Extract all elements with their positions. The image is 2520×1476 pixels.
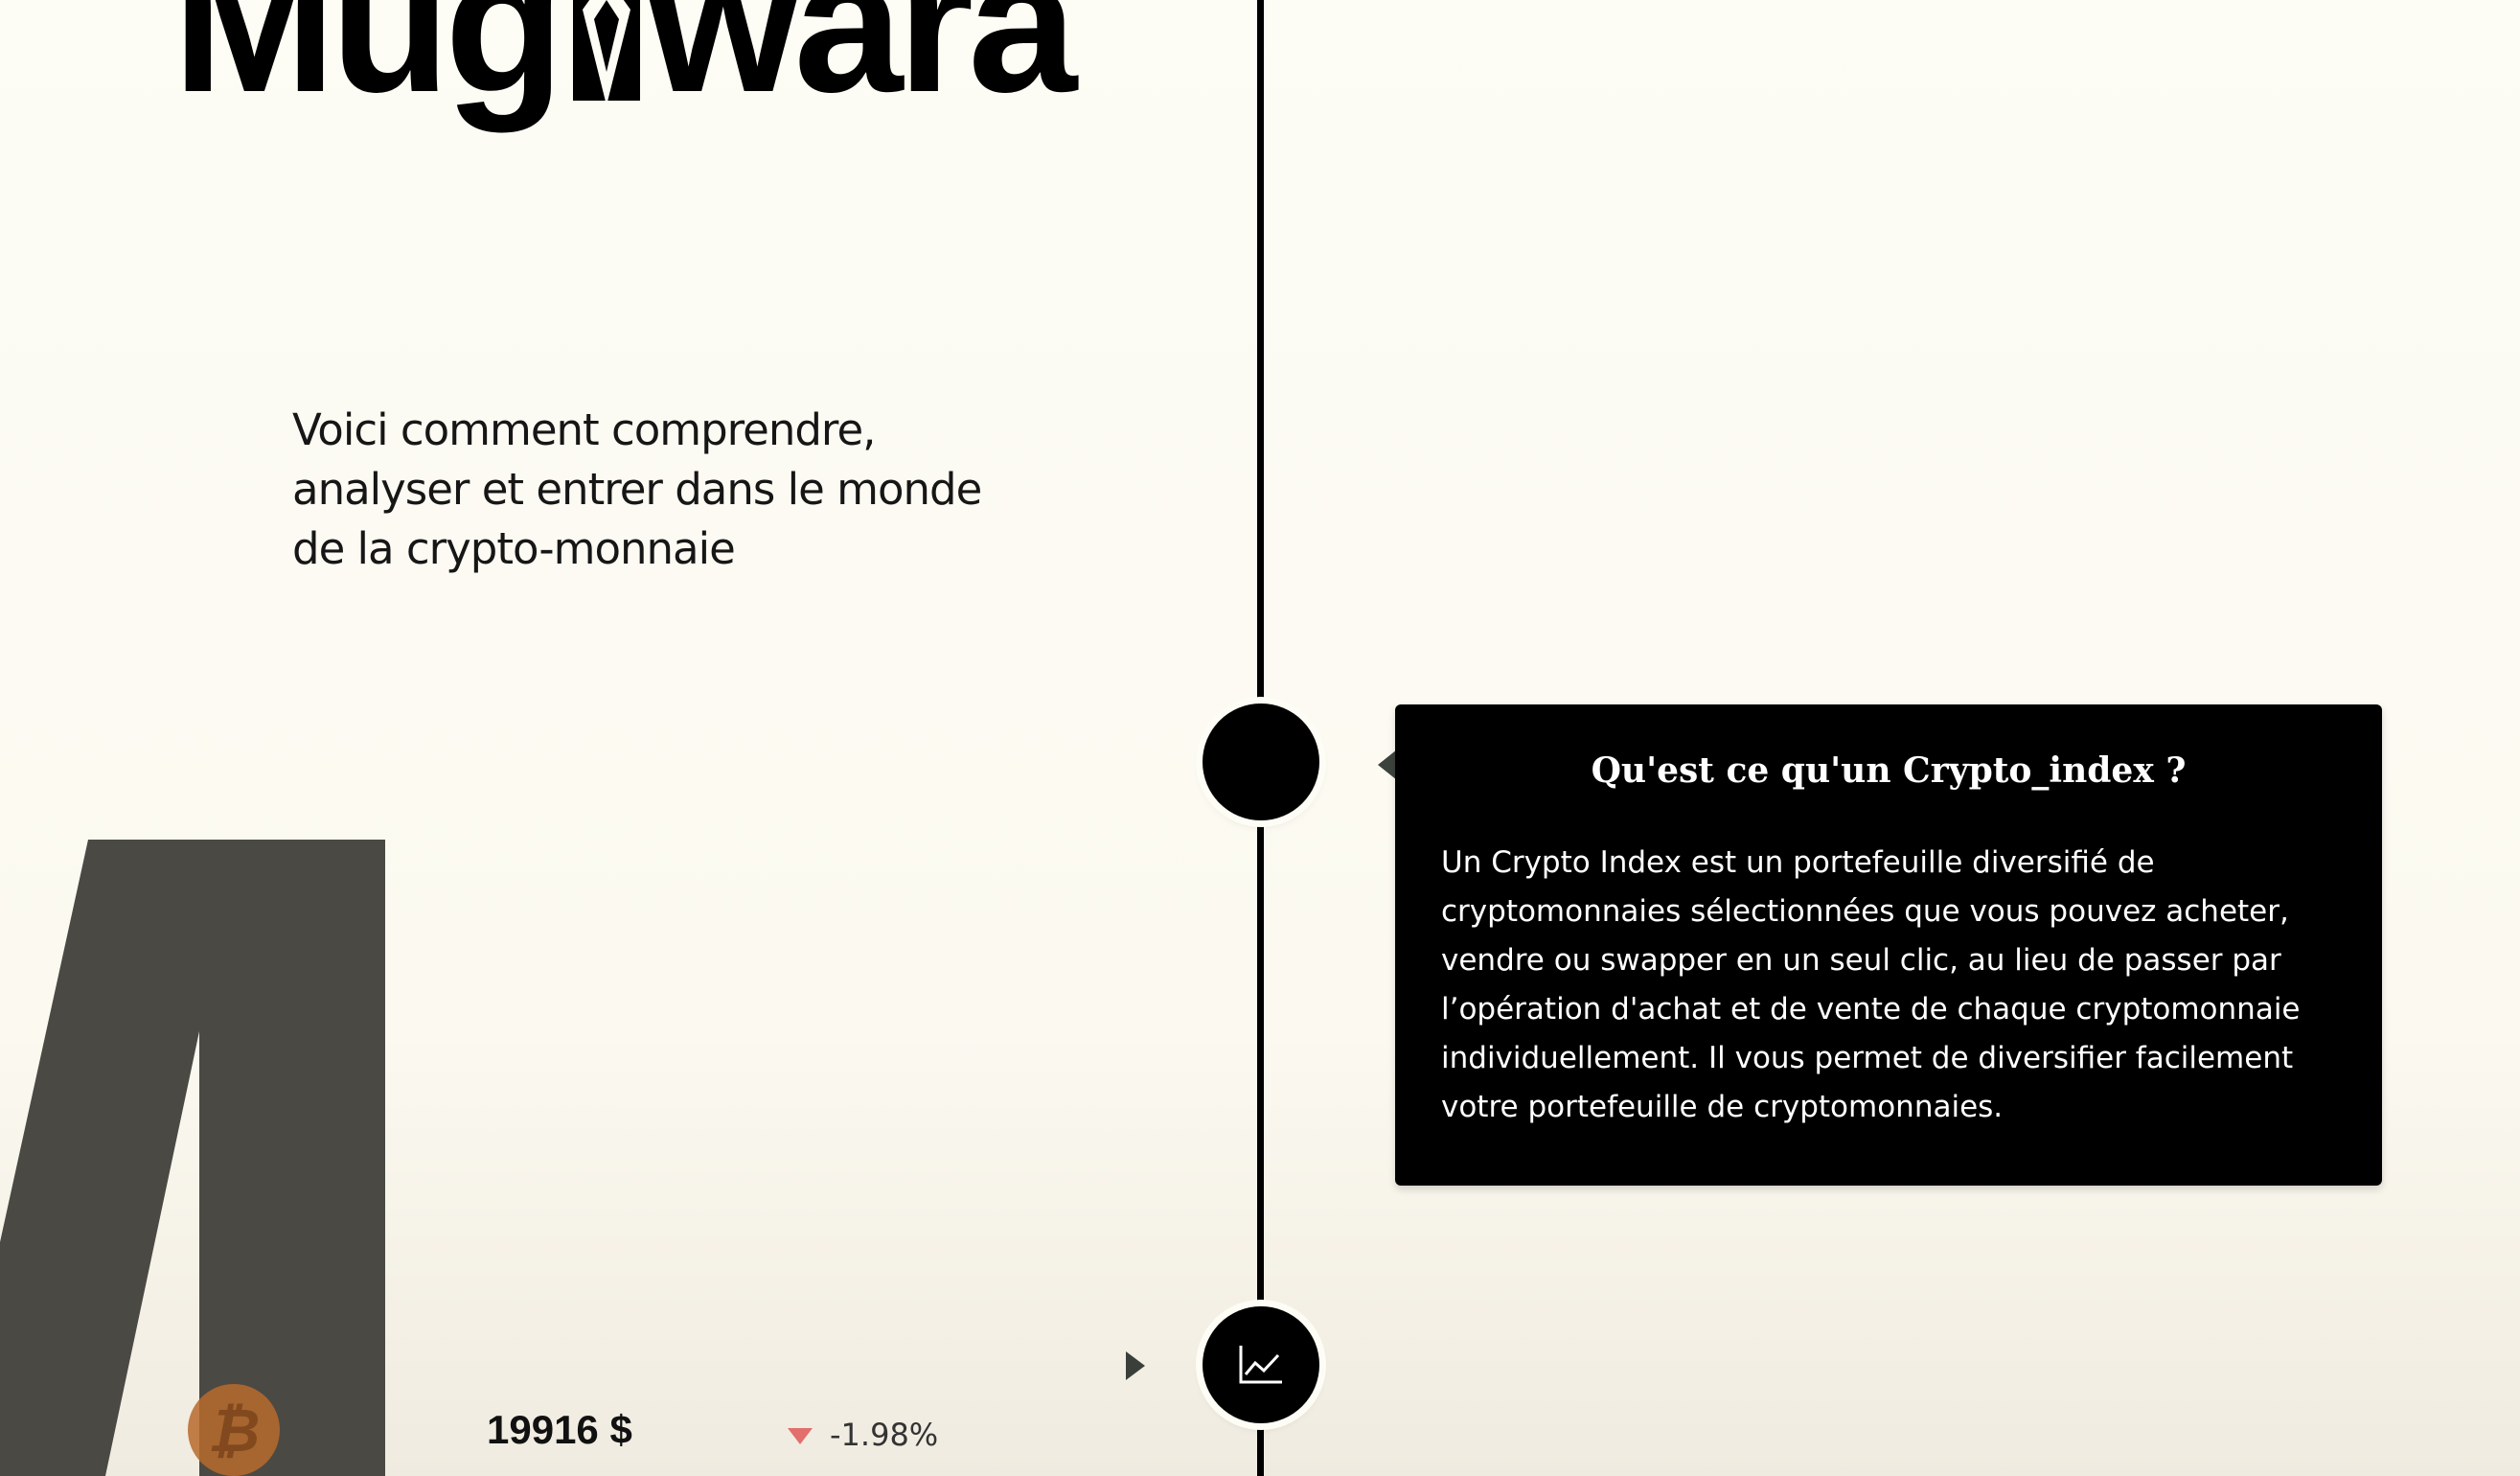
timeline-step-1-dot[interactable] — [1203, 703, 1319, 820]
brand-logo[interactable]: Mug wara — [172, 0, 1131, 139]
logo-i-emblem — [573, 0, 640, 105]
crypto-index-card: Qu'est ce qu'un Crypto_index ? Un Crypto… — [1395, 704, 2382, 1186]
card-title: Qu'est ce qu'un Crypto_index ? — [1591, 750, 2187, 791]
line-chart-icon — [1239, 1346, 1282, 1384]
timeline-step-2-dot[interactable] — [1203, 1306, 1319, 1423]
btc-change: -1.98% — [830, 1417, 939, 1453]
brand-logo-wordmark: Mug wara — [172, 0, 1085, 133]
svg-text:wara: wara — [646, 0, 1079, 133]
price-down-icon — [788, 1428, 813, 1444]
intro-text: Voici comment comprendre, analyser et en… — [292, 404, 982, 574]
card-pointer — [1378, 750, 1397, 780]
card-body: Un Crypto Index est un portefeuille dive… — [1441, 845, 2301, 1124]
bitcoin-icon[interactable]: ₿ — [188, 1384, 280, 1476]
btc-price: 19916 $ — [487, 1407, 632, 1452]
decorative-number-one — [0, 840, 385, 1476]
svg-text:Mug: Mug — [172, 0, 559, 133]
play-arrow-icon[interactable] — [1126, 1351, 1145, 1380]
